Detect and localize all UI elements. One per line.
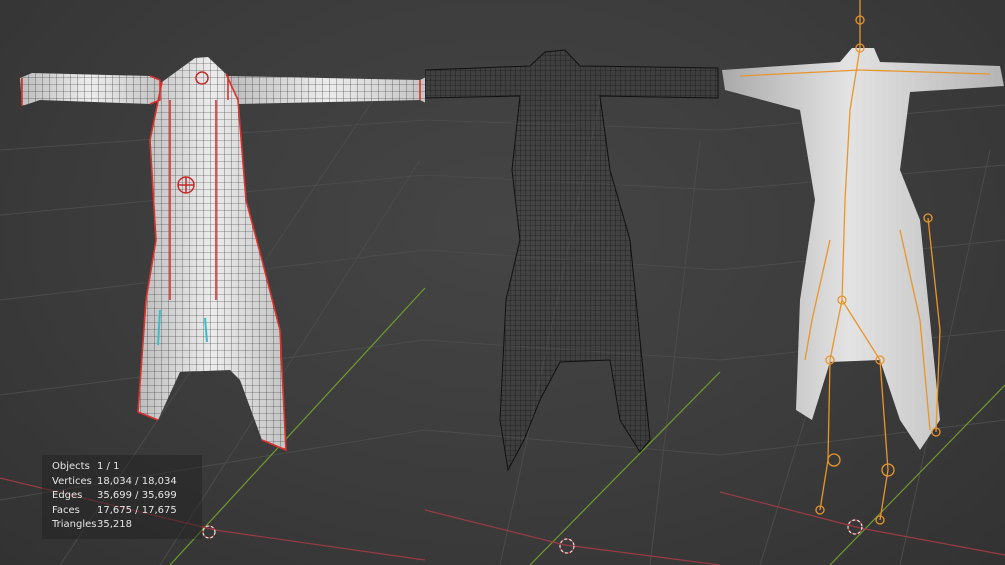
model-solid-wire[interactable]: [20, 57, 428, 452]
stat-row-objects: Objects 1 / 1: [52, 460, 202, 475]
stat-row-faces: Faces 17,675 / 17,675: [52, 504, 202, 519]
stat-value: 18,034 / 18,034: [97, 475, 177, 487]
statistics-overlay: Objects 1 / 1 Vertices 18,034 / 18,034 E…: [42, 455, 202, 539]
3d-cursor-icon[interactable]: [202, 525, 216, 539]
stat-value: 35,699 / 35,699: [97, 490, 177, 502]
model-with-armature[interactable]: [722, 0, 1004, 525]
model-wireframe[interactable]: [425, 49, 719, 472]
3d-viewport[interactable]: Objects 1 / 1 Vertices 18,034 / 18,034 E…: [0, 0, 1005, 565]
stat-label: Objects: [52, 461, 90, 472]
stat-value: 35,218: [97, 519, 132, 531]
stat-row-edges: Edges 35,699 / 35,699: [52, 489, 202, 504]
stat-row-vertices: Vertices 18,034 / 18,034: [52, 475, 202, 490]
stat-label: Triangles: [52, 519, 97, 531]
stat-value: 17,675 / 17,675: [97, 504, 177, 516]
stat-value: 1 / 1: [97, 461, 120, 472]
stat-row-triangles: Triangles 35,218: [52, 518, 202, 533]
stat-label: Vertices: [52, 475, 92, 487]
stat-label: Faces: [52, 504, 80, 516]
stat-label: Edges: [52, 490, 83, 502]
